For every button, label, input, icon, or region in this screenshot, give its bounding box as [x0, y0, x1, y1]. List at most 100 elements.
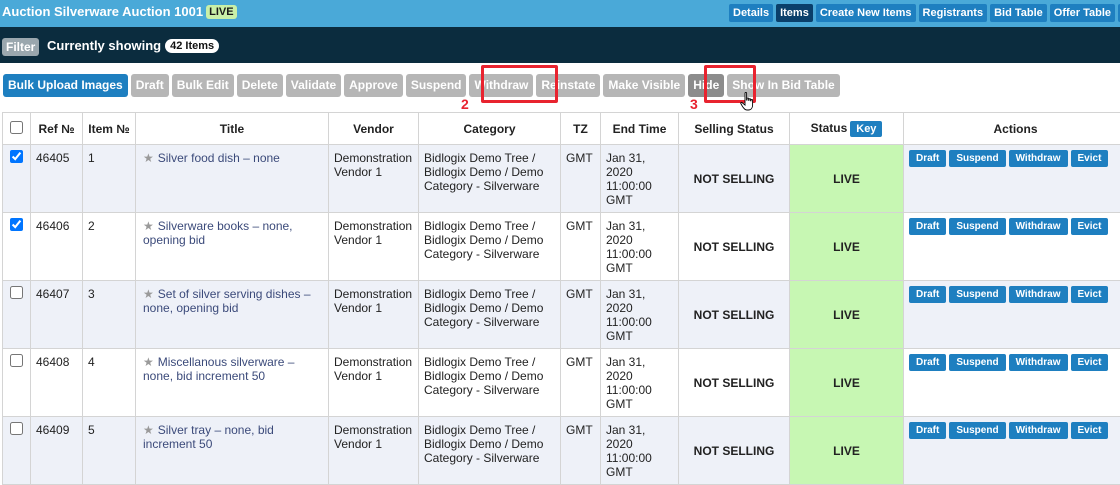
col-tz[interactable]: TZ: [561, 113, 601, 145]
table-row: 464073 ★Set of silver serving dishes – no…: [3, 281, 1120, 349]
selling-status-cell: NOT SELLING: [679, 349, 790, 417]
draft-button[interactable]: Draft: [131, 74, 169, 97]
row-withdraw-button[interactable]: Withdraw: [1009, 150, 1068, 167]
approve-button[interactable]: Approve: [344, 74, 403, 97]
row-suspend-button[interactable]: Suspend: [949, 218, 1005, 235]
star-icon[interactable]: ★: [143, 151, 154, 165]
item-count-badge: 42 Items: [165, 39, 219, 53]
top-bar: Auction Silverware Auction 1001LIVE Deta…: [0, 0, 1120, 27]
ref-cell: 46409: [31, 417, 83, 485]
tz-cell: GMT: [561, 281, 601, 349]
bulk-edit-button[interactable]: Bulk Edit: [172, 74, 234, 97]
row-evict-button[interactable]: Evict: [1071, 150, 1109, 167]
col-selling-status[interactable]: Selling Status: [679, 113, 790, 145]
col-item[interactable]: Item №: [83, 113, 136, 145]
title-cell: ★Miscellanous silverware – none, bid inc…: [136, 349, 329, 417]
showing-summary: Currently showing 42 Items: [47, 38, 219, 53]
category-cell: Bidlogix Demo Tree / Bidlogix Demo / Dem…: [419, 145, 561, 213]
status-cell: LIVE: [790, 145, 904, 213]
item-title-link[interactable]: Set of silver serving dishes – none, ope…: [143, 287, 311, 315]
row-suspend-button[interactable]: Suspend: [949, 286, 1005, 303]
row-evict-button[interactable]: Evict: [1071, 218, 1109, 235]
table-row: 464051★Silver food dish – noneDemonstrat…: [3, 145, 1120, 213]
top-navigation: DetailsItemsCreate New ItemsRegistrantsB…: [729, 4, 1120, 22]
row-withdraw-button[interactable]: Withdraw: [1009, 422, 1068, 439]
select-all-cell: [3, 113, 31, 145]
item-number-cell: 1: [83, 145, 136, 213]
vendor-cell: Demonstration Vendor 1: [329, 145, 419, 213]
item-title-link[interactable]: Silver tray – none, bid increment 50: [143, 423, 274, 451]
delete-button[interactable]: Delete: [237, 74, 283, 97]
row-draft-button[interactable]: Draft: [909, 150, 946, 167]
make-visible-button[interactable]: Make Visible: [603, 74, 685, 97]
row-suspend-button[interactable]: Suspend: [949, 354, 1005, 371]
star-icon[interactable]: ★: [143, 423, 154, 437]
col-title[interactable]: Title: [136, 113, 329, 145]
row-select-checkbox[interactable]: [10, 218, 23, 231]
star-icon[interactable]: ★: [143, 219, 154, 233]
row-draft-button[interactable]: Draft: [909, 286, 946, 303]
end-time-cell: Jan 31, 2020 11:00:00 GMT: [601, 417, 679, 485]
row-evict-button[interactable]: Evict: [1071, 354, 1109, 371]
col-status: StatusKey: [790, 113, 904, 145]
row-actions-cell: DraftSuspendWithdrawEvict: [904, 145, 1120, 213]
validate-button[interactable]: Validate: [286, 74, 341, 97]
row-withdraw-button[interactable]: Withdraw: [1009, 286, 1068, 303]
row-withdraw-button[interactable]: Withdraw: [1009, 354, 1068, 371]
col-ref[interactable]: Ref №: [31, 113, 83, 145]
item-number-cell: 3: [83, 281, 136, 349]
col-vendor[interactable]: Vendor: [329, 113, 419, 145]
row-evict-button[interactable]: Evict: [1071, 286, 1109, 303]
vendor-cell: Demonstration Vendor 1: [329, 417, 419, 485]
ref-cell: 46407: [31, 281, 83, 349]
hand-cursor-icon: [740, 92, 756, 112]
nav-bid-table[interactable]: Bid Table: [990, 4, 1047, 22]
row-draft-button[interactable]: Draft: [909, 218, 946, 235]
items-table-body: 464051★Silver food dish – noneDemonstrat…: [3, 145, 1120, 485]
row-suspend-button[interactable]: Suspend: [949, 150, 1005, 167]
row-select-checkbox[interactable]: [10, 286, 23, 299]
vendor-cell: Demonstration Vendor 1: [329, 281, 419, 349]
row-draft-button[interactable]: Draft: [909, 422, 946, 439]
col-status-label[interactable]: Status: [811, 121, 848, 135]
nav-offer-table[interactable]: Offer Table: [1050, 4, 1115, 22]
tz-cell: GMT: [561, 417, 601, 485]
item-title-link[interactable]: Silver food dish – none: [158, 151, 280, 165]
bulk-upload-images-button[interactable]: Bulk Upload Images: [3, 74, 128, 97]
highlight-withdraw-button: [481, 65, 558, 103]
showing-label: Currently showing: [47, 38, 161, 53]
row-actions-cell: DraftSuspendWithdrawEvict: [904, 213, 1120, 281]
tz-cell: GMT: [561, 349, 601, 417]
selling-status-cell: NOT SELLING: [679, 213, 790, 281]
title-cell: ★Silverware books – none, opening bid: [136, 213, 329, 281]
status-key-button[interactable]: Key: [850, 121, 882, 137]
status-cell: LIVE: [790, 281, 904, 349]
end-time-cell: Jan 31, 2020 11:00:00 GMT: [601, 145, 679, 213]
filter-button[interactable]: Filter: [2, 38, 39, 56]
col-end-time[interactable]: End Time: [601, 113, 679, 145]
nav-items[interactable]: Items: [776, 4, 813, 22]
item-title-link[interactable]: Silverware books – none, opening bid: [143, 219, 293, 247]
row-evict-button[interactable]: Evict: [1071, 422, 1109, 439]
suspend-button[interactable]: Suspend: [406, 74, 467, 97]
row-withdraw-button[interactable]: Withdraw: [1009, 218, 1068, 235]
nav-registrants[interactable]: Registrants: [919, 4, 988, 22]
select-all-checkbox[interactable]: [10, 121, 23, 134]
star-icon[interactable]: ★: [143, 287, 154, 301]
star-icon[interactable]: ★: [143, 355, 154, 369]
vendor-cell: Demonstration Vendor 1: [329, 213, 419, 281]
item-title-link[interactable]: Miscellanous silverware – none, bid incr…: [143, 355, 294, 383]
row-actions-cell: DraftSuspendWithdrawEvict: [904, 281, 1120, 349]
title-cell: ★ Silver food dish – none: [136, 145, 329, 213]
row-select-checkbox[interactable]: [10, 354, 23, 367]
row-select-checkbox[interactable]: [10, 150, 23, 163]
selling-status-cell: NOT SELLING: [679, 281, 790, 349]
row-select-checkbox[interactable]: [10, 422, 23, 435]
row-suspend-button[interactable]: Suspend: [949, 422, 1005, 439]
col-category[interactable]: Category: [419, 113, 561, 145]
nav-details[interactable]: Details: [729, 4, 773, 22]
col-actions: Actions: [904, 113, 1120, 145]
nav-create-new-items[interactable]: Create New Items: [816, 4, 916, 22]
tz-cell: GMT: [561, 145, 601, 213]
row-draft-button[interactable]: Draft: [909, 354, 946, 371]
